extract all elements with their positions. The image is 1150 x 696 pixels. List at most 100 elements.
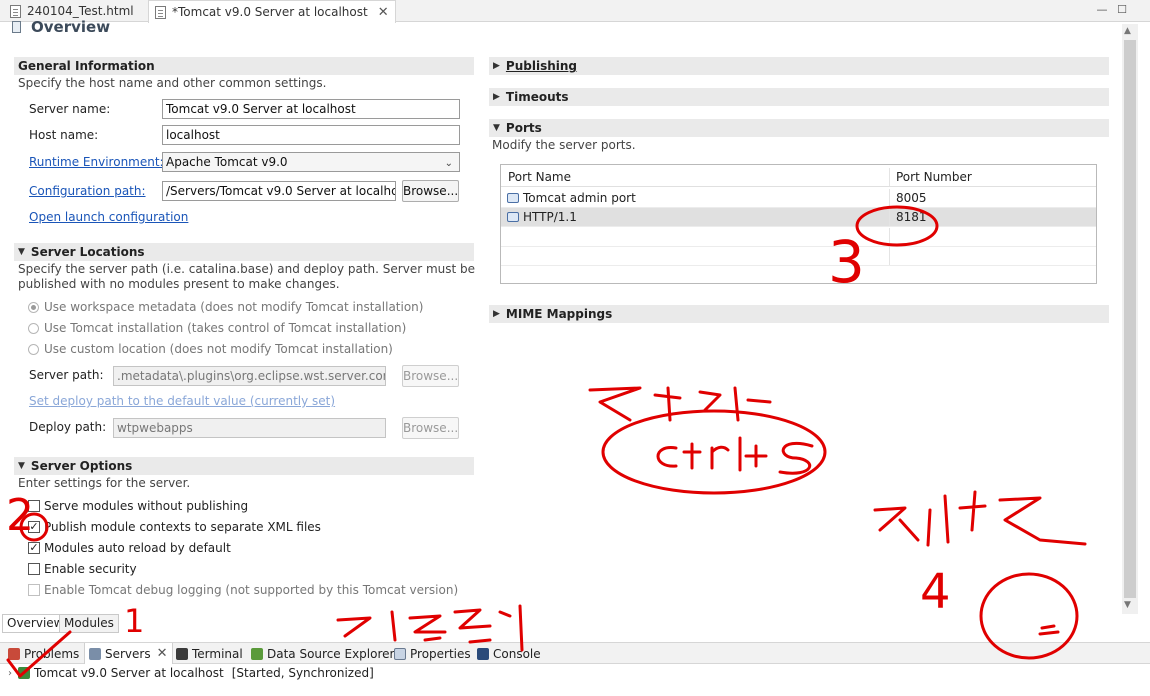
annotation-scribble-ctrl — [656, 436, 814, 475]
server-path-input[interactable]: .metadata\.plugins\org.eclipse.wst.serve… — [113, 366, 386, 386]
table-row[interactable]: HTTP/1.1 8181 — [501, 208, 1096, 227]
view-tab-label: Servers — [105, 646, 151, 661]
editor-tab-label: 240104_Test.html — [27, 4, 134, 18]
runtime-environment-link[interactable]: Runtime Environment: — [29, 155, 164, 169]
collapsed-triangle-icon: ▶ — [493, 92, 500, 102]
html-file-icon — [10, 4, 21, 18]
checkbox-label: Enable Tomcat debug logging (not support… — [44, 583, 459, 597]
checkbox-label: Enable security — [44, 562, 137, 576]
checkbox-serve-without-publishing[interactable]: Serve modules without publishing — [28, 499, 248, 513]
ports-header[interactable]: ▼ Ports — [489, 119, 1109, 137]
scroll-down-icon[interactable]: ▼ — [1124, 600, 1131, 610]
tab-data-source-explorer[interactable]: Data Source Explorer — [247, 643, 398, 664]
checkbox-label: Publish module contexts to separate XML … — [44, 520, 321, 534]
checkbox-modules-auto-reload[interactable]: ✓ Modules auto reload by default — [28, 541, 231, 555]
expand-chevron-icon[interactable]: › — [8, 668, 12, 679]
tab-console[interactable]: Console — [473, 643, 545, 664]
port-name-cell: Tomcat admin port — [523, 191, 636, 205]
publishing-header[interactable]: ▶ Publishing — [489, 57, 1109, 75]
runtime-environment-select[interactable]: Apache Tomcat v9.0 ⌄ — [162, 152, 460, 172]
annotation-circle-ctrl-s — [601, 409, 827, 495]
server-name: Tomcat v9.0 Server at localhost — [34, 666, 224, 680]
minimize-icon[interactable]: — — [1094, 2, 1110, 18]
server-list-item[interactable]: › Tomcat v9.0 Server at localhost [Start… — [8, 666, 374, 680]
tab-terminal[interactable]: Terminal — [172, 643, 247, 664]
editor-tab-tomcat-server[interactable]: *Tomcat v9.0 Server at localhost ✕ — [148, 0, 396, 23]
section-title: Publishing — [505, 59, 578, 73]
tab-servers[interactable]: Servers ✕ — [84, 643, 173, 664]
collapsed-triangle-icon: ▶ — [493, 309, 500, 319]
server-path-label: Server path: — [29, 368, 104, 382]
host-name-input[interactable]: localhost — [162, 125, 460, 145]
server-name-input[interactable]: Tomcat v9.0 Server at localhost — [162, 99, 460, 119]
collapsed-triangle-icon: ▶ — [493, 61, 500, 71]
problems-icon — [8, 647, 20, 660]
section-title: Server Options — [30, 459, 133, 473]
column-header-port-number[interactable]: Port Number — [889, 168, 972, 186]
deploy-path-label: Deploy path: — [29, 420, 107, 434]
port-number-cell[interactable]: 8181 — [889, 208, 927, 226]
radio-custom-location[interactable]: Use custom location (does not modify Tom… — [28, 342, 393, 356]
table-row[interactable]: Tomcat admin port 8005 — [501, 189, 1096, 208]
annotation-scribble-save — [588, 386, 772, 422]
close-icon[interactable]: ✕ — [378, 5, 389, 20]
view-tab-label: Data Source Explorer — [267, 646, 395, 661]
annotation-number-1: 1 — [124, 602, 144, 640]
column-header-port-name[interactable]: Port Name — [501, 170, 571, 184]
port-icon — [507, 212, 519, 222]
checkbox-publish-contexts-xml[interactable]: ✓ Publish module contexts to separate XM… — [28, 520, 321, 534]
view-tab-label: Properties — [410, 646, 471, 661]
timeouts-header[interactable]: ▶ Timeouts — [489, 88, 1109, 106]
section-title: Timeouts — [505, 90, 569, 104]
checkbox — [28, 584, 40, 596]
radio-label: Use custom location (does not modify Tom… — [44, 342, 393, 356]
checkbox-debug-logging[interactable]: Enable Tomcat debug logging (not support… — [28, 583, 458, 597]
port-number-cell[interactable]: 8005 — [889, 189, 927, 207]
page-title-text: Overview — [31, 18, 111, 36]
scroll-up-icon[interactable]: ▲ — [1124, 26, 1131, 36]
server-locations-header[interactable]: ▼ Server Locations — [14, 243, 474, 261]
locations-description-line2: published with no modules present to mak… — [18, 277, 340, 291]
terminal-icon — [176, 647, 188, 660]
tab-modules[interactable]: Modules — [59, 614, 119, 633]
tab-problems[interactable]: Problems — [4, 643, 83, 664]
general-info-header: General Information — [14, 57, 474, 75]
table-row-empty — [501, 247, 1096, 266]
radio-workspace-metadata[interactable]: Use workspace metadata (does not modify … — [28, 300, 423, 314]
view-tab-label: Problems — [24, 646, 80, 661]
radio-button — [28, 322, 39, 334]
checkbox-enable-security[interactable]: Enable security — [28, 562, 137, 576]
radio-tomcat-installation[interactable]: Use Tomcat installation (takes control o… — [28, 321, 406, 335]
deploy-path-browse-button[interactable]: Browse... — [402, 417, 459, 439]
expanded-triangle-icon: ▼ — [493, 123, 500, 133]
section-title: Ports — [505, 121, 542, 135]
config-browse-button[interactable]: Browse... — [402, 180, 459, 202]
ports-table: Port Name Port Number Tomcat admin port … — [500, 164, 1097, 284]
section-title: MIME Mappings — [505, 307, 613, 321]
ports-description: Modify the server ports. — [492, 138, 636, 152]
tab-properties[interactable]: Properties — [390, 643, 475, 664]
configuration-path-input[interactable]: /Servers/Tomcat v9.0 Server at localhost… — [162, 181, 396, 201]
configuration-path-link[interactable]: Configuration path: — [29, 184, 146, 198]
server-options-header[interactable]: ▼ Server Options — [14, 457, 474, 475]
checkbox-checked: ✓ — [28, 520, 40, 533]
mime-mappings-header[interactable]: ▶ MIME Mappings — [489, 305, 1109, 323]
set-default-deploy-path-link[interactable]: Set deploy path to the default value (cu… — [29, 394, 335, 408]
section-title: General Information — [18, 59, 155, 73]
radio-button — [28, 343, 39, 355]
scrollbar-thumb[interactable] — [1124, 40, 1136, 598]
section-title: Server Locations — [30, 245, 145, 259]
server-file-icon — [155, 5, 166, 19]
checkbox-checked: ✓ — [28, 541, 40, 554]
maximize-icon[interactable]: ☐ — [1114, 2, 1130, 18]
checkbox-label: Serve modules without publishing — [44, 499, 249, 513]
deploy-path-input[interactable]: wtpwebapps — [113, 418, 386, 438]
chevron-down-icon: ⌄ — [444, 158, 453, 169]
server-path-browse-button[interactable]: Browse... — [402, 365, 459, 387]
close-icon[interactable]: ✕ — [157, 646, 168, 661]
locations-description-line1: Specify the server path (i.e. catalina.b… — [18, 262, 476, 276]
server-started-icon — [18, 667, 30, 679]
page-title: Overview — [12, 18, 110, 36]
open-launch-configuration-link[interactable]: Open launch configuration — [29, 210, 188, 224]
expanded-triangle-icon: ▼ — [18, 461, 25, 471]
